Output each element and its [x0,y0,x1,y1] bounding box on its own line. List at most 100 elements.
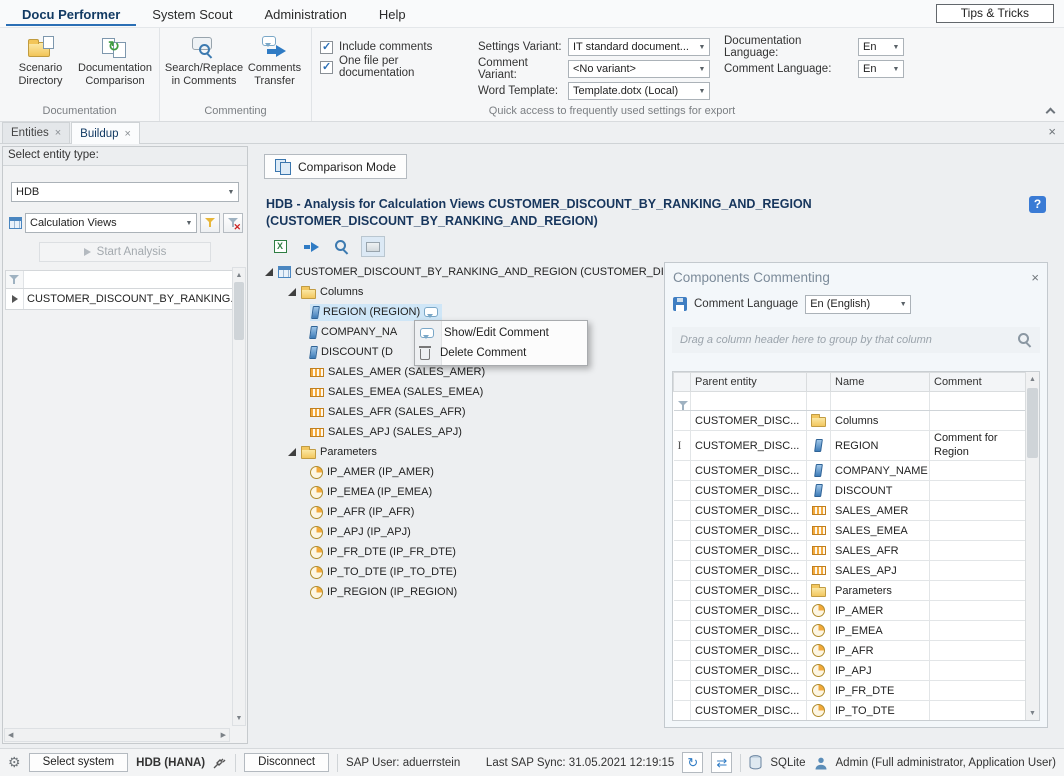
scenario-directory-button[interactable]: Scenario Directory [8,32,73,89]
grid-filter-row[interactable] [5,270,237,289]
expander-icon[interactable] [288,448,297,457]
search-replace-comments-button[interactable]: Search/Replace in Comments [168,32,240,89]
component-row[interactable]: CUSTOMER_DISC... IP_FR_DTE [674,681,1028,701]
export-excel-button[interactable]: X [268,236,292,257]
expander-icon[interactable] [265,268,274,277]
component-row[interactable]: CUSTOMER_DISC... SALES_AFR [674,541,1028,561]
scrollbar-thumb[interactable] [234,282,244,340]
word-template-select[interactable]: Template.dotx (Local) ▼ [568,82,710,100]
save-icon[interactable] [673,297,687,311]
tab-buildup[interactable]: Buildup × [71,122,140,144]
scroll-left-icon[interactable]: ◀ [8,731,13,739]
tree-item[interactable]: SALES_AFR (SALES_AFR) [262,402,664,422]
component-row[interactable]: CUSTOMER_DISC... SALES_APJ [674,561,1028,581]
tree-item[interactable]: IP_AFR (IP_AFR) [262,502,664,522]
menu-delete-comment[interactable]: Delete Comment [415,343,587,363]
entity-type-select[interactable]: Calculation Views ▼ [25,213,197,233]
scroll-up-icon[interactable]: ▲ [1026,372,1039,386]
close-panel-icon[interactable]: × [1031,270,1039,285]
entity-grid-row[interactable]: CUSTOMER_DISCOUNT_BY_RANKING... [5,289,237,310]
tree-item[interactable]: SALES_APJ (SALES_APJ) [262,422,664,442]
expander-icon[interactable] [288,288,297,297]
component-row[interactable]: CUSTOMER_DISC... Parameters [674,581,1028,601]
menu-help[interactable]: Help [363,2,422,26]
clear-filter-button[interactable]: ✕ [223,213,243,233]
start-analysis-button[interactable]: Start Analysis [39,242,211,262]
close-icon[interactable]: × [55,127,61,139]
collapse-ribbon-icon[interactable] [1046,108,1056,118]
tree-item[interactable]: IP_TO_DTE (IP_TO_DTE) [262,562,664,582]
filter-row[interactable] [674,392,1028,411]
tree-item[interactable]: Columns [262,282,664,302]
comments-transfer-button[interactable]: Comments Transfer [246,32,303,89]
zoom-button[interactable] [330,236,354,257]
comment-language-select[interactable]: En ▼ [858,60,904,78]
menu-system-scout[interactable]: System Scout [136,2,248,26]
col-name[interactable]: Name [831,373,930,392]
tree-item[interactable]: IP_REGION (IP_REGION) [262,582,664,602]
tree-item[interactable]: IP_EMEA (IP_EMEA) [262,482,664,502]
component-row[interactable]: CUSTOMER_DISC... SALES_AMER [674,501,1028,521]
expand-row-icon[interactable] [12,295,18,303]
disconnect-button[interactable]: Disconnect [244,753,329,772]
close-pane-icon[interactable]: × [1048,124,1056,139]
tree-item-selected[interactable]: REGION (REGION) [262,302,664,322]
documentation-language-label: Documentation Language: [724,35,858,59]
component-row[interactable]: CUSTOMER_DISC... Columns [674,411,1028,431]
panel-language-select[interactable]: En (English) ▼ [805,295,911,314]
scroll-down-icon[interactable]: ▼ [1026,706,1039,720]
component-row[interactable]: CUSTOMER_DISC... IP_AMER [674,601,1028,621]
transfer-button[interactable] [299,236,323,257]
documentation-comparison-button[interactable]: ↻ Documentation Comparison [79,32,151,89]
component-row[interactable]: CUSTOMER_DISC... IP_TO_DTE [674,701,1028,721]
left-vertical-scrollbar[interactable]: ▲ ▼ [232,267,246,726]
left-horizontal-scrollbar[interactable]: ◀ ▶ [4,728,230,742]
tree-item[interactable]: IP_FR_DTE (IP_FR_DTE) [262,542,664,562]
component-row[interactable]: CUSTOMER_DISC... DISCOUNT [674,481,1028,501]
filter-icon [205,218,216,228]
component-row[interactable]: CUSTOMER_DISC... IP_EMEA [674,621,1028,641]
tree-item[interactable]: Parameters [262,442,664,462]
one-file-checkbox-row[interactable]: One file per documentation [320,57,464,77]
component-row[interactable]: CUSTOMER_DISC... SALES_EMEA [674,521,1028,541]
one-file-checkbox[interactable] [320,61,333,74]
tools-icon[interactable]: ⚙ [8,754,21,771]
comparison-mode-button[interactable]: Comparison Mode [264,154,407,179]
comment-language-label: Comment Language [694,298,798,310]
component-row[interactable]: CUSTOMER_DISC... IP_APJ [674,661,1028,681]
documentation-language-select[interactable]: En ▼ [858,38,904,56]
edit-filter-button[interactable] [200,213,220,233]
scroll-up-icon[interactable]: ▲ [233,268,245,282]
tree-item[interactable]: IP_AMER (IP_AMER) [262,462,664,482]
comment-variant-select[interactable]: <No variant> ▼ [568,60,710,78]
tree-item[interactable]: CUSTOMER_DISCOUNT_BY_RANKING_AND_REGION … [262,262,664,282]
col-parent-entity[interactable]: Parent entity [691,373,807,392]
include-comments-checkbox[interactable] [320,41,333,54]
scroll-down-icon[interactable]: ▼ [233,711,245,725]
transfer-sync-button[interactable]: ⇄ [711,752,732,773]
select-system-button[interactable]: Select system [29,753,129,772]
scroll-right-icon[interactable]: ▶ [221,731,226,739]
menu-administration[interactable]: Administration [248,2,362,26]
menu-show-edit-comment[interactable]: Show/Edit Comment [415,323,587,343]
component-row-editing[interactable]: I CUSTOMER_DISC... REGION Comment for Re… [674,431,1028,461]
search-icon[interactable] [1018,333,1032,347]
scrollbar-thumb[interactable] [1027,388,1038,458]
close-icon[interactable]: × [125,128,131,140]
tree-item[interactable]: IP_APJ (IP_APJ) [262,522,664,542]
tree-item[interactable]: SALES_EMEA (SALES_EMEA) [262,382,664,402]
tab-entities[interactable]: Entities × [2,122,70,143]
component-row[interactable]: CUSTOMER_DISC... COMPANY_NAME [674,461,1028,481]
sync-button[interactable]: ↻ [682,752,703,773]
menu-docu-performer[interactable]: Docu Performer [6,2,136,26]
col-comment[interactable]: Comment [930,373,1028,392]
table-vertical-scrollbar[interactable]: ▲ ▼ [1025,372,1039,720]
group-by-bar[interactable]: Drag a column header here to group by th… [672,327,1040,353]
help-button[interactable]: ? [1029,196,1046,213]
tips-tricks-button[interactable]: Tips & Tricks [936,4,1054,23]
component-row[interactable]: CUSTOMER_DISC... IP_AFR [674,641,1028,661]
settings-variant-select[interactable]: IT standard document... ▼ [568,38,710,56]
system-select[interactable]: HDB ▼ [11,182,239,202]
comments-toggle-button[interactable] [361,236,385,257]
include-comments-checkbox-row[interactable]: Include comments [320,37,464,57]
